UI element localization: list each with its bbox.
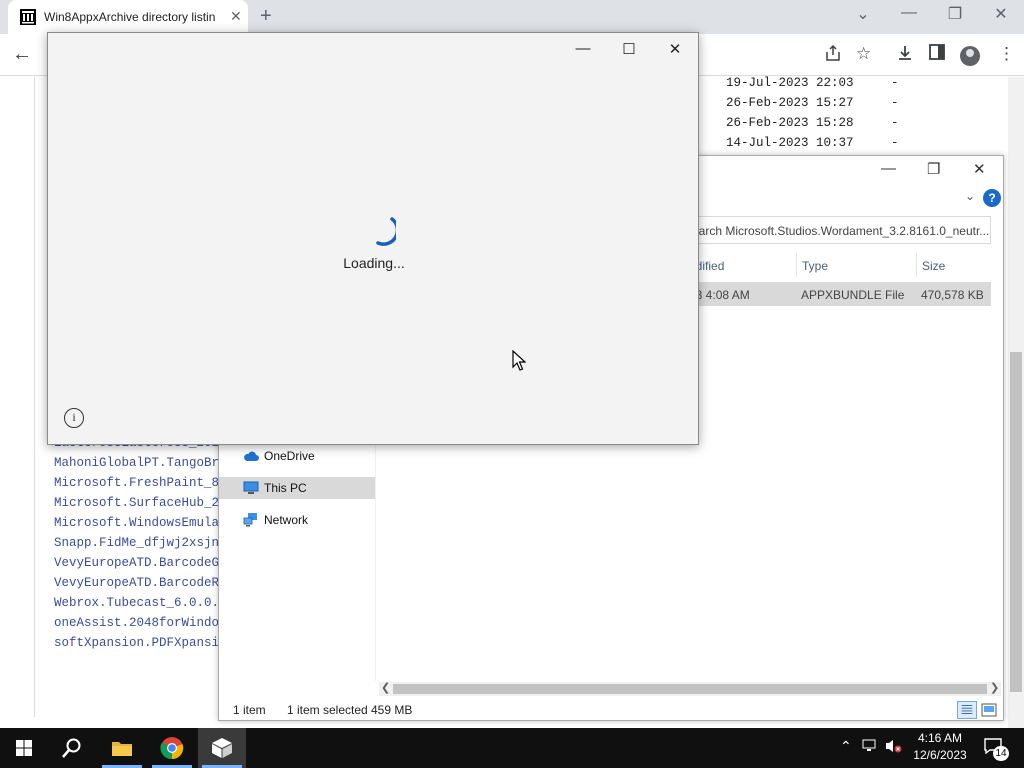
status-selected: 1 item selected xyxy=(287,703,368,717)
loading-dialog: — ☐ ✕ Loading... i xyxy=(47,32,699,445)
notification-count-badge: 14 xyxy=(993,746,1009,761)
search-icon xyxy=(62,738,81,758)
tab-directory-listing[interactable]: Win8AppxArchive directory listin ✕ xyxy=(8,0,248,34)
horizontal-scrollbar[interactable]: ❮ ❯ xyxy=(379,682,1001,696)
nav-item-onedrive[interactable]: OneDrive xyxy=(219,445,375,467)
page-divider xyxy=(34,77,35,717)
large-icons-view-icon[interactable] xyxy=(981,703,997,717)
volume-muted-icon[interactable] xyxy=(884,738,902,754)
tab-close-icon[interactable]: ✕ xyxy=(230,8,242,25)
clock-time[interactable]: 4:16 AM xyxy=(908,731,972,745)
download-icon[interactable] xyxy=(896,44,914,62)
show-hidden-icons-chevron-icon[interactable]: ⌃ xyxy=(840,738,852,755)
share-icon[interactable] xyxy=(824,44,842,62)
close-button[interactable]: ✕ xyxy=(978,4,1024,24)
navigation-pane-divider[interactable] xyxy=(375,441,376,681)
status-size: 459 MB xyxy=(371,703,413,717)
column-separator[interactable] xyxy=(916,253,917,277)
column-header-size[interactable]: Size xyxy=(922,259,945,273)
file-link[interactable]: MahoniGlobalPT.TangoBro xyxy=(54,456,219,470)
start-button[interactable] xyxy=(0,728,48,768)
page-scrollbar-thumb[interactable] xyxy=(1010,352,1022,692)
listing-row: 26-Feb-2023 15:27 - xyxy=(726,96,899,110)
loading-spinner-icon xyxy=(376,217,396,246)
folder-icon xyxy=(112,742,132,756)
explorer-minimize-button[interactable]: — xyxy=(881,160,896,177)
package-icon xyxy=(212,738,232,758)
file-link[interactable]: VevyEuropeATD.BarcodeRe xyxy=(54,576,219,590)
file-link[interactable]: Webrox.Tubecast_6.0.0.0 xyxy=(54,596,219,610)
tab-title: Win8AppxArchive directory listin xyxy=(44,10,216,24)
file-row-selected[interactable]: 23 4:08 AM APPXBUNDLE File 470,578 KB xyxy=(685,282,991,306)
tab-search-icon[interactable]: ⌄ xyxy=(840,4,886,24)
taskbar-file-explorer[interactable] xyxy=(98,728,146,768)
bookmark-star-icon[interactable]: ☆ xyxy=(856,44,871,64)
taskbar: ⌃ 4:16 AM 12/6/2023 14 xyxy=(0,728,1024,768)
file-size: 470,578 KB xyxy=(921,288,984,302)
dialog-close-button[interactable]: ✕ xyxy=(660,40,690,58)
dialog-maximize-button[interactable]: ☐ xyxy=(614,40,644,58)
explorer-search-input[interactable]: earch Microsoft.Studios.Wordament_3.2.81… xyxy=(685,216,991,244)
chrome-icon xyxy=(160,737,184,760)
nav-item-label: OneDrive xyxy=(264,449,315,463)
info-icon[interactable]: i xyxy=(64,408,84,428)
clock-date[interactable]: 12/6/2023 xyxy=(908,748,972,762)
side-panel-icon[interactable] xyxy=(929,44,945,60)
new-tab-button[interactable]: + xyxy=(260,5,272,28)
minimize-button[interactable]: — xyxy=(886,4,932,22)
scroll-right-arrow-icon[interactable]: ❯ xyxy=(990,681,999,694)
network-status-icon[interactable] xyxy=(862,738,878,754)
file-link[interactable]: Microsoft.WindowsEmulat xyxy=(54,516,219,530)
page-scrollbar[interactable] xyxy=(1008,77,1024,728)
windows-logo-icon xyxy=(16,740,32,756)
explorer-restore-button[interactable]: ❐ xyxy=(927,160,940,178)
listing-row: 14-Jul-2023 10:37 - xyxy=(726,136,899,150)
horizontal-scrollbar-thumb[interactable] xyxy=(393,684,987,694)
column-separator[interactable] xyxy=(796,253,797,277)
restore-button[interactable]: ❐ xyxy=(932,4,978,24)
status-bar: 1 item 1 item selected 459 MB xyxy=(219,700,1003,720)
taskbar-chrome[interactable] xyxy=(148,728,196,768)
profile-avatar-icon[interactable] xyxy=(960,46,980,66)
file-link[interactable]: oneAssist.2048forWindow xyxy=(54,616,219,630)
nav-item-network[interactable]: Network xyxy=(219,509,375,531)
column-header-type[interactable]: Type xyxy=(802,259,828,273)
network-icon xyxy=(243,513,257,527)
scroll-left-arrow-icon[interactable]: ❮ xyxy=(381,681,390,694)
dialog-minimize-button[interactable]: — xyxy=(568,40,598,57)
taskbar-search-button[interactable] xyxy=(48,728,96,768)
navigation-pane: OneDrive This PC Network xyxy=(219,441,375,681)
file-link[interactable]: softXpansion.PDFXpansio xyxy=(54,636,219,650)
cloud-icon xyxy=(244,451,259,461)
listing-row: 26-Feb-2023 15:28 - xyxy=(726,116,899,130)
help-icon[interactable]: ? xyxy=(983,189,1001,207)
computer-icon xyxy=(243,481,259,494)
menu-dots-icon[interactable]: ⋮ xyxy=(998,44,1015,64)
file-link[interactable]: Microsoft.FreshPaint_8w xyxy=(54,476,219,490)
tab-strip: Win8AppxArchive directory listin ✕ + ⌄ —… xyxy=(0,0,1024,34)
back-arrow-icon[interactable]: ← xyxy=(12,43,32,66)
explorer-close-button[interactable]: ✕ xyxy=(973,160,986,178)
archive-favicon-icon xyxy=(20,9,36,25)
details-view-icon[interactable] xyxy=(957,701,977,719)
file-link[interactable]: Snapp.FidMe_dfjwj2xsjna xyxy=(54,536,219,550)
nav-item-this-pc[interactable]: This PC xyxy=(219,477,375,499)
mouse-cursor-icon xyxy=(512,350,526,371)
file-link[interactable]: Microsoft.SurfaceHub_20 xyxy=(54,496,219,510)
nav-item-label: This PC xyxy=(264,481,307,495)
file-type: APPXBUNDLE File xyxy=(801,288,905,302)
status-item-count: 1 item xyxy=(233,703,266,717)
file-link[interactable]: VevyEuropeATD.BarcodeGe xyxy=(54,556,219,570)
ribbon-expand-chevron-icon[interactable]: ⌄ xyxy=(965,189,975,203)
listing-row: 19-Jul-2023 22:03 - xyxy=(726,76,899,90)
loading-text: Loading... xyxy=(343,255,405,271)
nav-item-label: Network xyxy=(264,513,309,527)
taskbar-installer-app[interactable] xyxy=(198,728,246,768)
